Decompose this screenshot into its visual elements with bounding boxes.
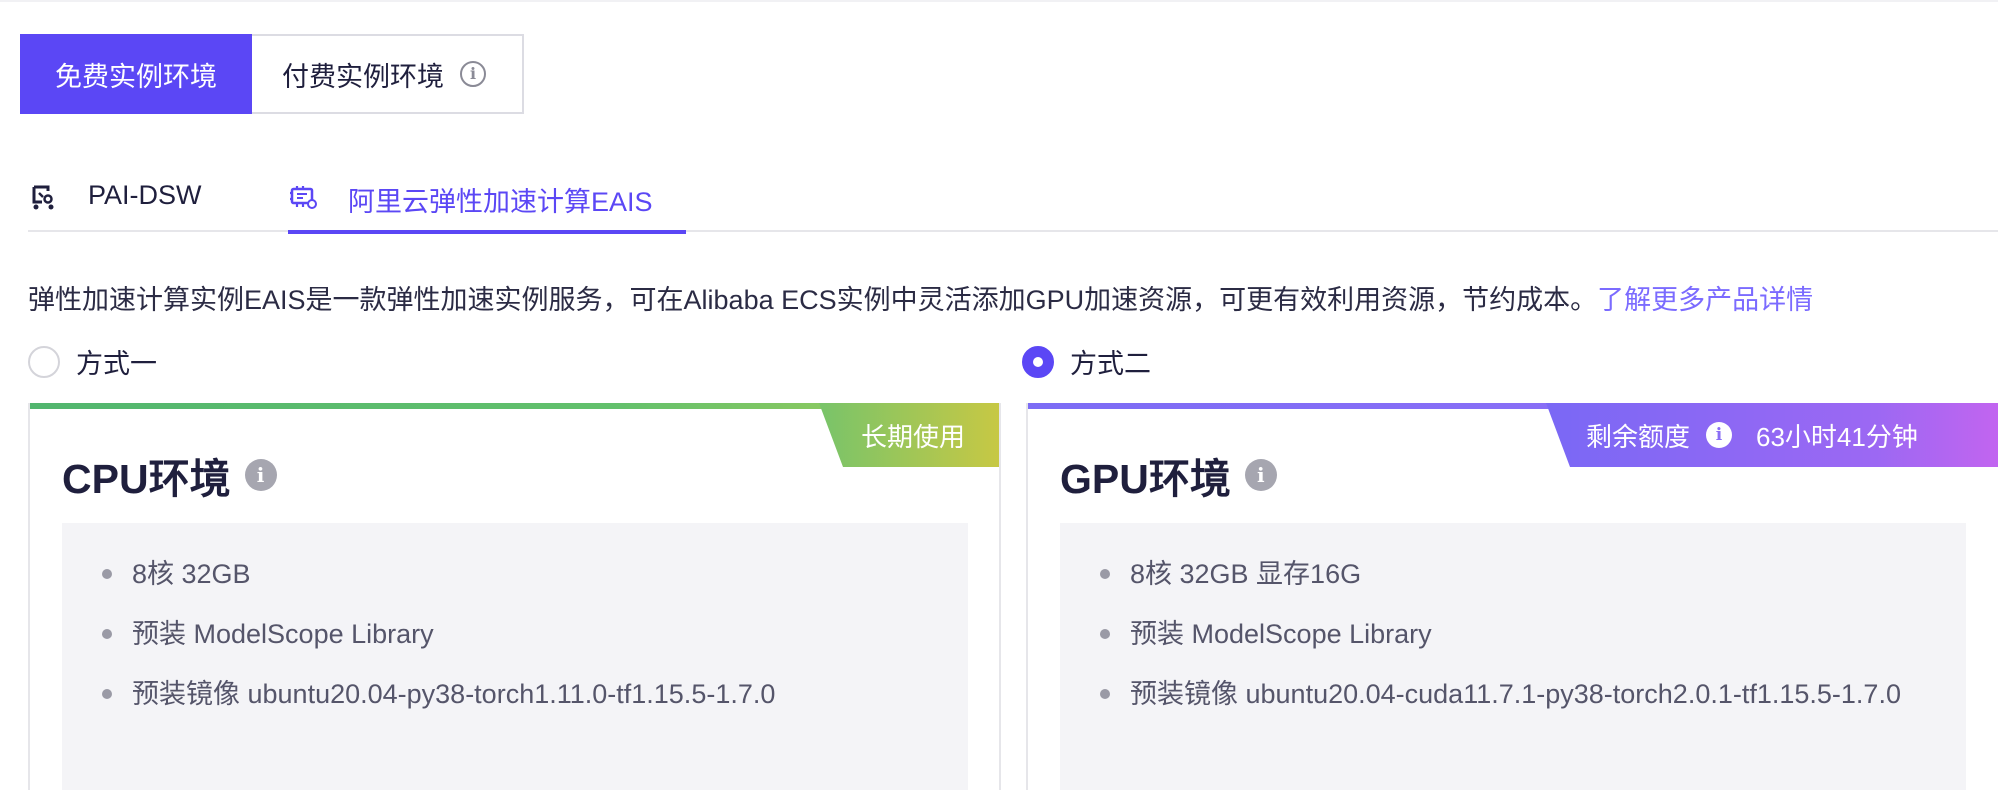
radio-button[interactable] <box>28 345 60 378</box>
env-type-tabs: 免费实例环境 付费实例环境 i <box>20 34 524 114</box>
quota-value: 63小时41分钟 <box>1756 421 1918 452</box>
spec-item: 预装 ModelScope Library <box>62 613 968 655</box>
card-title-text: CPU环境 <box>62 456 231 502</box>
spec-item: 预装镜像 ubuntu20.04-cuda11.7.1-py38-torch2.… <box>1060 673 1966 715</box>
learn-more-link[interactable]: 了解更多产品详情 <box>1597 285 1813 315</box>
badge-label: 长期使用 <box>861 421 966 452</box>
tab-eais[interactable]: 阿里云弹性加速计算EAIS <box>288 168 686 234</box>
tab-free-instance-label: 免费实例环境 <box>55 61 217 92</box>
option-one-radio[interactable]: 方式一 <box>28 342 157 381</box>
quota-label: 剩余额度 <box>1586 421 1691 452</box>
info-icon[interactable]: i <box>460 61 486 87</box>
spec-list-box: 8核 32GB 显存16G 预装 ModelScope Library 预装镜像… <box>1060 523 1966 790</box>
description-text: 弹性加速计算实例EAIS是一款弹性加速实例服务，可在Alibaba ECS实例中… <box>28 285 1598 315</box>
option-one-label: 方式一 <box>76 349 157 379</box>
radio-button-checked[interactable] <box>1022 345 1054 378</box>
spec-item: 8核 32GB <box>62 553 968 595</box>
spec-list-box: 8核 32GB 预装 ModelScope Library 预装镜像 ubunt… <box>62 523 968 790</box>
card-title: CPU环境 i <box>62 445 277 505</box>
tab-pai-dsw-label: PAI-DSW <box>88 180 202 210</box>
card-title: GPU环境 i <box>1060 445 1277 505</box>
spec-item: 预装镜像 ubuntu20.04-py38-torch1.11.0-tf1.15… <box>62 673 968 715</box>
spec-item: 8核 32GB 显存16G <box>1060 553 1966 595</box>
option-two-label: 方式二 <box>1070 349 1151 379</box>
eais-icon <box>288 182 318 212</box>
gpu-env-card[interactable]: 剩余额度 i 63小时41分钟 GPU环境 i 8核 32GB 显存16G 预装… <box>1026 403 1998 790</box>
top-divider <box>0 0 1998 2</box>
tab-pai-dsw[interactable]: PAI-DSW <box>28 168 202 232</box>
tab-paid-instance-label: 付费实例环境 <box>282 61 444 92</box>
info-icon[interactable]: i <box>244 459 277 491</box>
option-two-radio[interactable]: 方式二 <box>1022 342 1151 381</box>
dsw-icon <box>28 182 58 212</box>
tab-free-instance[interactable]: 免费实例环境 <box>20 34 252 114</box>
cpu-env-card[interactable]: 长期使用 CPU环境 i 8核 32GB 预装 ModelScope Libra… <box>28 403 1001 790</box>
tab-paid-instance[interactable]: 付费实例环境 i <box>252 34 524 114</box>
remaining-quota-badge: 剩余额度 i 63小时41分钟 <box>1546 403 1998 467</box>
card-title-text: GPU环境 <box>1060 456 1231 502</box>
product-description: 弹性加速计算实例EAIS是一款弹性加速实例服务，可在Alibaba ECS实例中… <box>28 278 1813 317</box>
tab-eais-label: 阿里云弹性加速计算EAIS <box>348 187 653 217</box>
info-icon[interactable]: i <box>1706 422 1733 448</box>
product-tabs: PAI-DSW 阿里云弹性加速计算EAIS <box>28 168 1998 234</box>
long-term-badge: 长期使用 <box>819 403 999 467</box>
info-icon[interactable]: i <box>1244 459 1277 491</box>
spec-item: 预装 ModelScope Library <box>1060 613 1966 655</box>
